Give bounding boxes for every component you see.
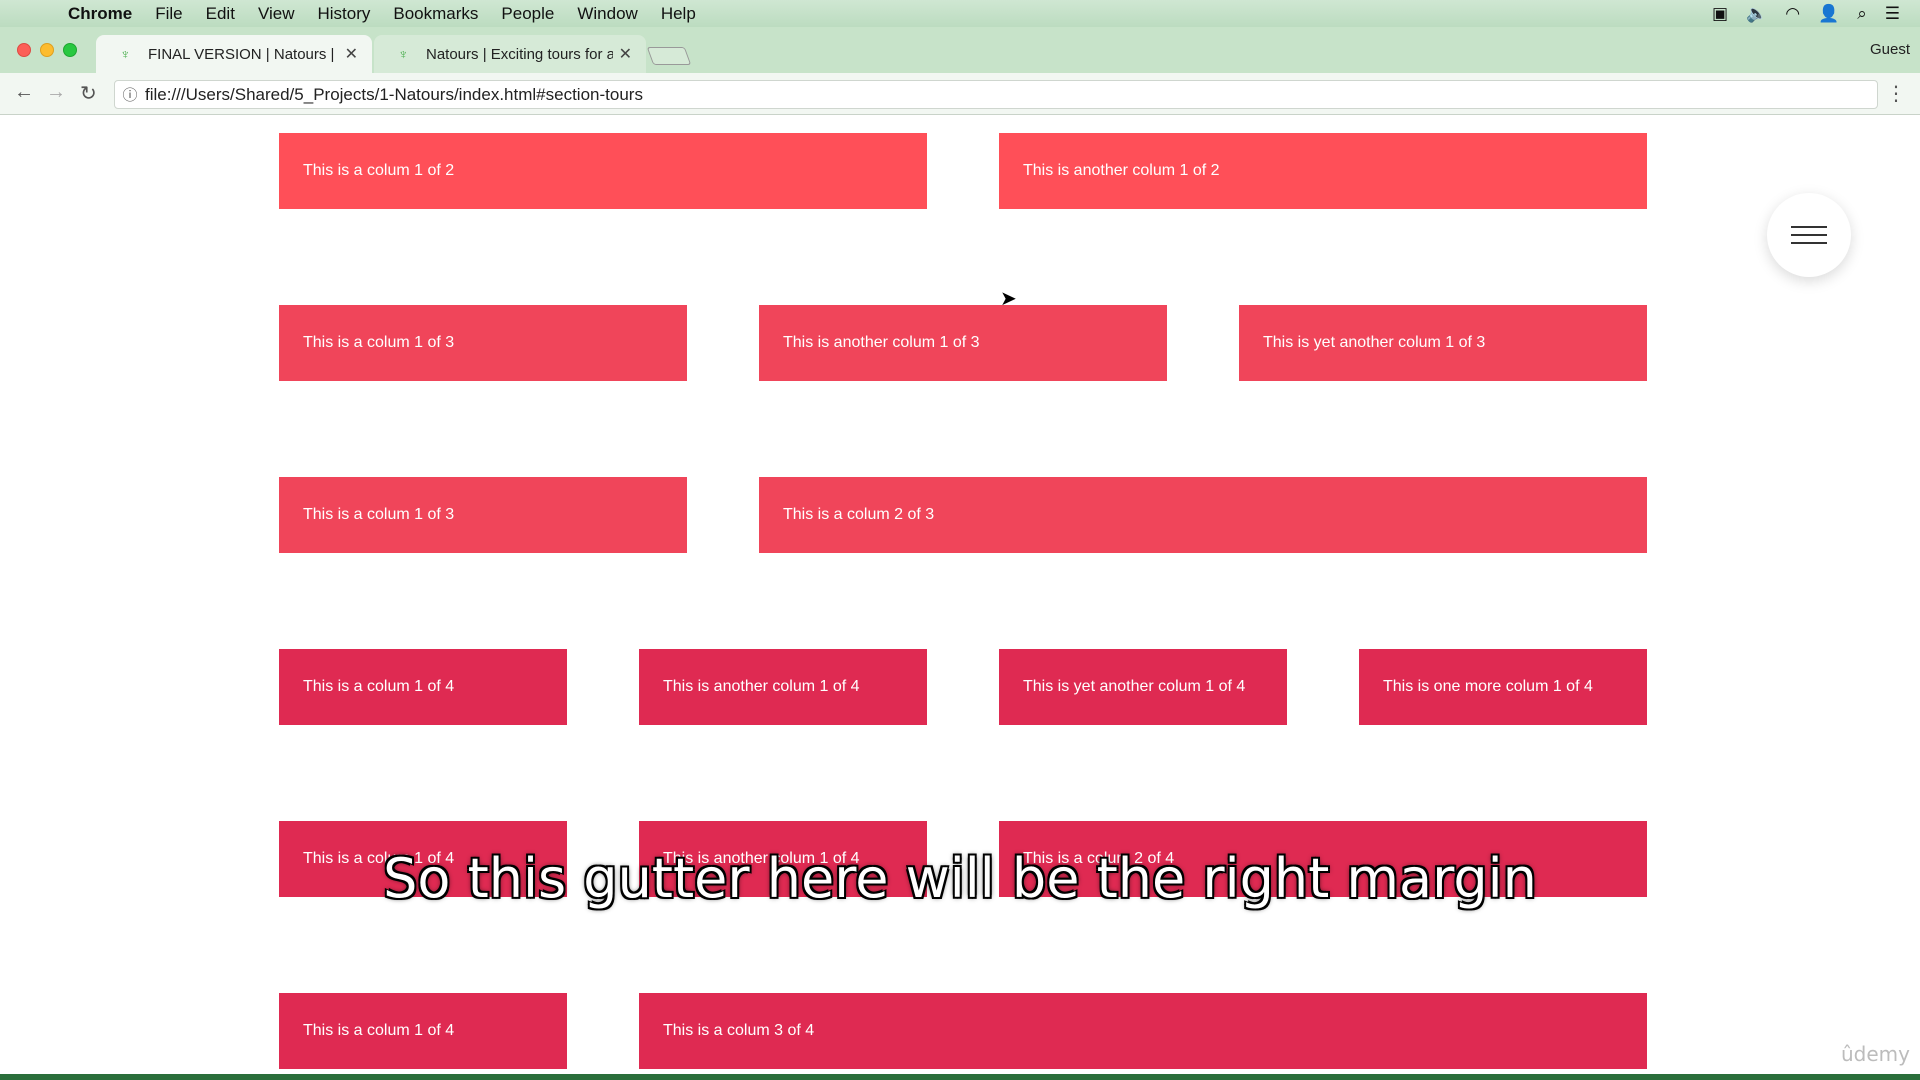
grid-cell: This is yet another colum 1 of 3 — [1239, 305, 1647, 381]
macos-menubar: Chrome File Edit View History Bookmarks … — [0, 0, 1920, 27]
menu-app-name[interactable]: Chrome — [68, 4, 132, 24]
menubar-status-icons: ▣ 🔈 ◠ 👤 ⌕ ☰ — [1712, 0, 1900, 27]
natours-favicon-icon: ♆ — [398, 46, 409, 62]
tab-final-version[interactable]: ♆ FINAL VERSION | Natours | Exc ✕ — [96, 35, 372, 73]
grid-cell: This is another colum 1 of 3 — [759, 305, 1167, 381]
user-icon[interactable]: 👤 — [1818, 4, 1839, 24]
grid-cell: This is a colum 1 of 2 — [279, 133, 927, 209]
grid-row-quarters: This is a colum 1 of 4 This is another c… — [279, 649, 1647, 725]
grid-row-quarter-three-quarters: This is a colum 1 of 4 This is a colum 3… — [279, 993, 1647, 1069]
address-bar[interactable]: ⓘ file:///Users/Shared/5_Projects/1-Nato… — [114, 80, 1878, 109]
grid-cell: This is a colum 1 of 3 — [279, 305, 687, 381]
menu-bookmarks[interactable]: Bookmarks — [393, 4, 478, 24]
bottom-edge-bar — [0, 1074, 1920, 1080]
mouse-cursor-icon: ➤ — [1000, 288, 1017, 310]
grid-cell: This is another colum 1 of 2 — [999, 133, 1647, 209]
minimize-window-button[interactable] — [40, 43, 54, 57]
chrome-menu-icon[interactable]: ⋮ — [1886, 81, 1906, 106]
menu-help[interactable]: Help — [661, 4, 696, 24]
tab-title: Natours | Exciting tours for adv — [426, 45, 613, 63]
menu-people[interactable]: People — [501, 4, 554, 24]
close-tab-icon[interactable]: ✕ — [345, 44, 358, 64]
wifi-icon[interactable]: ◠ — [1785, 4, 1800, 24]
profile-guest-label[interactable]: Guest — [1870, 41, 1910, 58]
tab-natours[interactable]: ♆ Natours | Exciting tours for adv ✕ — [374, 35, 646, 73]
forward-arrow-icon[interactable]: → — [46, 81, 66, 104]
tab-title: FINAL VERSION | Natours | Exc — [148, 45, 339, 63]
menu-view[interactable]: View — [258, 4, 295, 24]
volume-icon[interactable]: 🔈 — [1746, 4, 1767, 24]
maximize-window-button[interactable] — [63, 43, 77, 57]
address-url[interactable]: file:///Users/Shared/5_Projects/1-Natour… — [145, 85, 643, 105]
grid-cell: This is yet another colum 1 of 4 — [999, 649, 1287, 725]
new-tab-button[interactable] — [646, 47, 692, 65]
page-content: This is a colum 1 of 2 This is another c… — [0, 116, 1920, 1074]
grid-cell: This is a colum 1 of 4 — [279, 649, 567, 725]
back-arrow-icon[interactable]: ← — [14, 81, 34, 104]
close-tab-icon[interactable]: ✕ — [619, 44, 632, 64]
navigation-menu-button[interactable] — [1767, 193, 1851, 277]
spotlight-search-icon[interactable]: ⌕ — [1857, 4, 1867, 24]
grid-cell: This is a colum 2 of 3 — [759, 477, 1647, 553]
hamburger-icon — [1791, 226, 1827, 228]
grid-cell: This is a colum 1 of 3 — [279, 477, 687, 553]
grid-cell: This is one more colum 1 of 4 — [1359, 649, 1647, 725]
screen-record-icon[interactable]: ▣ — [1712, 4, 1728, 24]
reload-icon[interactable]: ↻ — [80, 81, 97, 106]
notification-center-icon[interactable]: ☰ — [1885, 4, 1900, 24]
browser-tab-strip: ♆ FINAL VERSION | Natours | Exc ✕ ♆ Nato… — [0, 27, 1920, 73]
browser-toolbar: ← → ↻ ⓘ file:///Users/Shared/5_Projects/… — [0, 73, 1920, 115]
grid-row-third-two-thirds: This is a colum 1 of 3 This is a colum 2… — [279, 477, 1647, 553]
menu-history[interactable]: History — [317, 4, 370, 24]
grid-row-halves: This is a colum 1 of 2 This is another c… — [279, 133, 1647, 209]
menu-file[interactable]: File — [155, 4, 182, 24]
close-window-button[interactable] — [17, 43, 31, 57]
udemy-watermark: ûdemy — [1841, 1042, 1910, 1066]
menu-edit[interactable]: Edit — [206, 4, 235, 24]
hamburger-icon — [1791, 242, 1827, 244]
grid-row-thirds: This is a colum 1 of 3 This is another c… — [279, 305, 1647, 381]
natours-favicon-icon: ♆ — [120, 46, 131, 62]
grid-cell: This is a colum 3 of 4 — [639, 993, 1647, 1069]
menu-window[interactable]: Window — [577, 4, 637, 24]
grid-cell: This is another colum 1 of 4 — [639, 649, 927, 725]
grid-cell: This is a colum 1 of 4 — [279, 993, 567, 1069]
site-info-icon[interactable]: ⓘ — [115, 84, 145, 105]
hamburger-icon — [1791, 234, 1827, 236]
video-caption: So this gutter here will be the right ma… — [383, 847, 1537, 910]
